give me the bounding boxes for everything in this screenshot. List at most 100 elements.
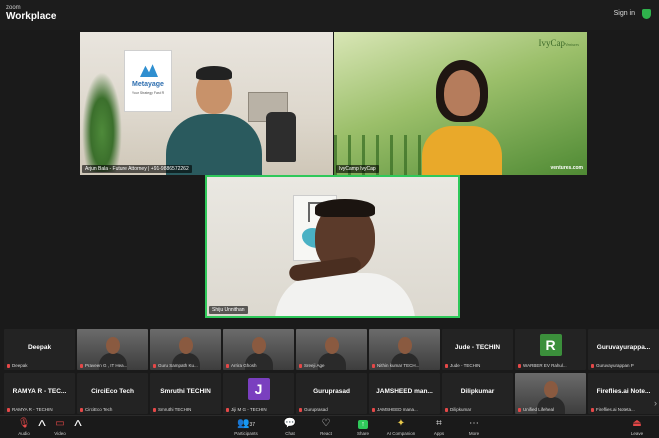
participant-name-label: WARBER EV Rahul... [518,363,567,368]
participant-name-label: Praveen G , IT Hea... [80,363,127,368]
participants-count: 37 [249,422,255,428]
chat-label: Chat [285,431,295,436]
participant-display-name: JAMSHEED man... [376,388,433,395]
participant-video [397,337,412,354]
mic-muted-icon [445,408,448,412]
participant-name-label: Smruthi TECHIN [153,407,191,412]
participant-label-text: Guruvayurappan P [596,363,634,368]
gallery-tile[interactable]: JAMSHEED man... JAMSHEED mana... [369,373,440,414]
app-brand: zoom Workplace [6,5,56,22]
chat-button[interactable]: 💬 Chat [270,418,310,436]
participant-video [543,381,558,398]
active-speaker-tile[interactable]: Shiju Unnithan [205,175,460,318]
chat-icon: 💬 [283,418,297,429]
mic-muted-icon [299,364,302,368]
poster-title: Metayage [132,81,164,88]
participants-icon: 👥37 [236,418,255,429]
apps-label: Apps [433,431,445,436]
participant-name-label: JAMSHEED mana... [372,407,418,412]
more-button[interactable]: ⋯ More [454,418,494,436]
mic-muted-icon [226,408,229,412]
participant-name-label: Unified Lifeheal [518,407,554,412]
gallery-tile[interactable]: Praveen G , IT Hea... [77,329,148,370]
participant-video [166,66,262,175]
participant-display-name: CirciEco Tech [91,388,134,395]
shield-icon[interactable] [642,9,651,19]
participant-display-name: Guruvayurappa... [596,344,651,351]
speaker-tile-arjun[interactable]: Metayage Your Strategy Fast R Arjun Bala… [80,32,333,175]
share-button[interactable]: ↑ Share [343,418,383,436]
leave-button[interactable]: ⏏ Leave [617,418,657,436]
mic-muted-icon [226,364,229,368]
gallery-tile[interactable]: Nithin kumar TECH... [369,329,440,370]
background-plant [82,72,122,172]
participant-label-text: Unified Lifeheal [523,407,555,412]
ivy-logo-sub: Ventures [565,42,579,47]
participant-label-text: Smruthi TECHIN [158,407,192,412]
more-label: More [468,431,480,436]
participant-name-label: Jiji M G - TECHIN [226,407,267,412]
participant-label-text: CirciEco Tech [85,407,113,412]
gallery-tile[interactable]: Guruvayurappa... Guruvayurappan P [588,329,659,370]
ai-companion-label: AI Companion [386,431,416,436]
participant-name-label: Arrira Ghosh [226,363,257,368]
gallery-tile[interactable]: Unified Lifeheal [515,373,586,414]
sign-in-button[interactable]: Sign in [614,10,635,17]
gallery-tile[interactable]: R WARBER EV Rahul... [515,329,586,370]
gallery-next-icon[interactable]: › [654,398,657,408]
poster-subtitle: Your Strategy Fast R [131,91,165,95]
gallery-row-2: RAMYA R - TEC... RAMYA R - TECHIN CirciEco… [0,372,659,415]
participant-name-label: Guruprasad [299,407,328,412]
more-icon: ⋯ [469,418,479,429]
participant-label-text: Praveen G , IT Hea... [85,363,128,368]
react-button[interactable]: ♡ React [306,418,346,436]
gallery-tile[interactable]: Dilipkumar Dilipkumar [442,373,513,414]
gallery-tile[interactable]: Guruprasad Guruprasad [296,373,367,414]
mic-muted-icon [153,364,156,368]
participant-video [324,337,339,354]
participant-label-text: JAMSHEED mana... [377,407,418,412]
gallery-tile[interactable]: Guru Sampath Ku... [150,329,221,370]
mic-muted-icon [80,408,83,412]
participant-label-text: Jude - TECHIN [450,363,481,368]
video-options-caret-icon[interactable]: ^ [74,418,82,436]
mic-muted-icon [299,408,302,412]
participant-video [251,337,266,354]
mic-muted-icon [445,364,448,368]
participants-button[interactable]: 👥37 Participants [226,418,266,436]
participant-display-name: Deepak [27,344,52,351]
ivycap-logo: IvyCapVentures [539,38,580,48]
participant-name-label: IvyCamp IvyCap [336,165,379,173]
participant-name-label: Nithin kumar TECH... [372,363,419,368]
mic-muted-icon [372,408,375,412]
mic-muted-icon [591,408,594,412]
video-stage: Metayage Your Strategy Fast R Arjun Bala… [0,30,659,328]
mic-muted-icon [518,408,521,412]
participant-display-name: Jude - TECHIN [454,344,501,351]
speaker-tile-ivycamp[interactable]: IvyCapVentures ventures.com IvyCamp IvyC… [334,32,587,175]
participant-label-text: Fireflies.ai Notetа... [596,407,635,412]
gallery-tile[interactable]: CirciEco Tech CirciEco Tech [77,373,148,414]
share-icon: ↑ [343,418,383,429]
mic-muted-icon [7,408,10,412]
participant-avatar: R [539,334,562,356]
gallery-tile[interactable]: Deepak Deepak [4,329,75,370]
ai-companion-button[interactable]: ✦ AI Companion [381,418,421,436]
participant-name-label: Sreeji Age [299,363,325,368]
apps-icon: ⌗ [436,418,442,429]
gallery-tile[interactable]: RAMYA R - TEC... RAMYA R - TECHIN [4,373,75,414]
gallery-tile[interactable]: Arrira Ghosh [223,329,294,370]
apps-button[interactable]: ⌗ Apps [419,418,459,436]
gallery-tile[interactable]: Sreeji Age [296,329,367,370]
gallery-tile[interactable]: Fireflies.ai Note... Fireflies.ai Notetа.… [588,373,659,414]
participant-name-label: RAMYA R - TECHIN [7,407,53,412]
leave-icon: ⏏ [632,418,642,429]
gallery-tile[interactable]: Jude - TECHIN Jude - TECHIN [442,329,513,370]
participant-display-name: Dilipkumar [460,388,495,395]
participants-label: Participants [234,431,258,436]
gallery-tile[interactable]: J Jiji M G - TECHIN [223,373,294,414]
participant-video [269,199,419,316]
leave-label: Leave [630,431,644,436]
metayage-logo-icon [140,64,158,77]
gallery-tile[interactable]: Smruthi TECHIN Smruthi TECHIN [150,373,221,414]
